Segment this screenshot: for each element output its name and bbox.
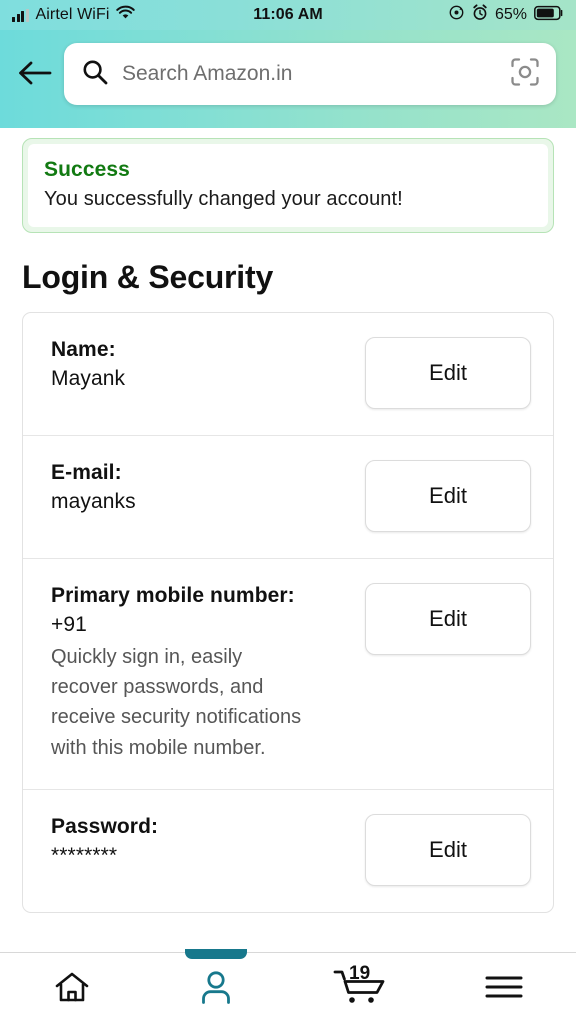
success-alert: Success You successfully changed your ac… <box>22 138 554 233</box>
page-title: Login & Security <box>22 259 274 295</box>
edit-email-button[interactable]: Edit <box>365 460 531 532</box>
row-mobile-value: +91 <box>51 612 87 636</box>
nav-item-home[interactable] <box>0 953 144 1024</box>
edit-mobile-button[interactable]: Edit <box>365 583 531 655</box>
nav-item-menu[interactable] <box>432 953 576 1024</box>
app-root: Airtel WiFi 11:06 AM 65% Search Amazon.i… <box>0 0 576 1024</box>
search-header: Search Amazon.in <box>0 30 576 128</box>
success-alert-title: Success <box>44 158 130 181</box>
active-tab-indicator <box>185 949 247 959</box>
carrier-label: Airtel WiFi <box>35 6 110 23</box>
row-mobile-description: Quickly sign in, easily recover password… <box>51 645 302 759</box>
row-name-value: Mayank <box>51 366 126 390</box>
search-input[interactable]: Search Amazon.in <box>64 43 556 105</box>
signal-bars-icon <box>12 8 29 22</box>
edit-name-button[interactable]: Edit <box>365 337 531 409</box>
hamburger-menu-icon <box>484 973 524 1004</box>
status-bar: Airtel WiFi 11:06 AM 65% <box>0 0 576 30</box>
battery-icon <box>534 5 564 26</box>
nav-item-cart[interactable]: 19 <box>288 953 432 1024</box>
back-arrow-icon <box>17 58 53 91</box>
page-content: Success You successfully changed your ac… <box>0 128 576 1024</box>
person-icon <box>199 969 233 1008</box>
row-password: Password: ******** Edit <box>23 790 553 912</box>
rotation-lock-icon <box>448 4 465 26</box>
row-name-label: Name: <box>51 338 116 361</box>
success-alert-inner: Success You successfully changed your ac… <box>28 144 548 227</box>
row-password-text: Password: ******** <box>51 812 355 870</box>
row-email-value: mayanks <box>51 489 136 513</box>
alarm-clock-icon <box>472 4 488 26</box>
camera-lens-scan-icon[interactable] <box>510 57 540 92</box>
search-icon <box>82 59 108 90</box>
row-name: Name: Mayank Edit <box>23 313 553 436</box>
wifi-icon <box>116 5 136 25</box>
nav-item-account[interactable] <box>144 949 288 1024</box>
row-email-text: E-mail: mayanks <box>51 458 355 516</box>
home-icon <box>53 969 91 1008</box>
row-mobile-label: Primary mobile number: <box>51 584 295 607</box>
cart-icon: 19 <box>332 963 388 1010</box>
row-name-text: Name: Mayank <box>51 335 355 393</box>
status-bar-left: Airtel WiFi <box>12 5 136 25</box>
login-security-card: Name: Mayank Edit E-mail: mayanks Edit P… <box>22 312 554 914</box>
bottom-navigation-bar: 19 <box>0 949 576 1024</box>
status-bar-right: 65% <box>448 4 564 26</box>
row-password-value: ******** <box>51 844 118 868</box>
success-alert-message: You successfully changed your account! <box>44 188 403 210</box>
row-mobile-text: Primary mobile number: +91 Quickly sign … <box>51 581 355 763</box>
search-placeholder-text: Search Amazon.in <box>122 62 293 85</box>
row-email: E-mail: mayanks Edit <box>23 436 553 559</box>
edit-password-button[interactable]: Edit <box>365 814 531 887</box>
row-email-label: E-mail: <box>51 461 122 484</box>
battery-percent-label: 65% <box>494 6 527 23</box>
row-password-label: Password: <box>51 815 159 839</box>
cart-badge-count: 19 <box>349 963 371 984</box>
row-mobile: Primary mobile number: +91 Quickly sign … <box>23 559 553 791</box>
back-button[interactable] <box>12 51 58 97</box>
